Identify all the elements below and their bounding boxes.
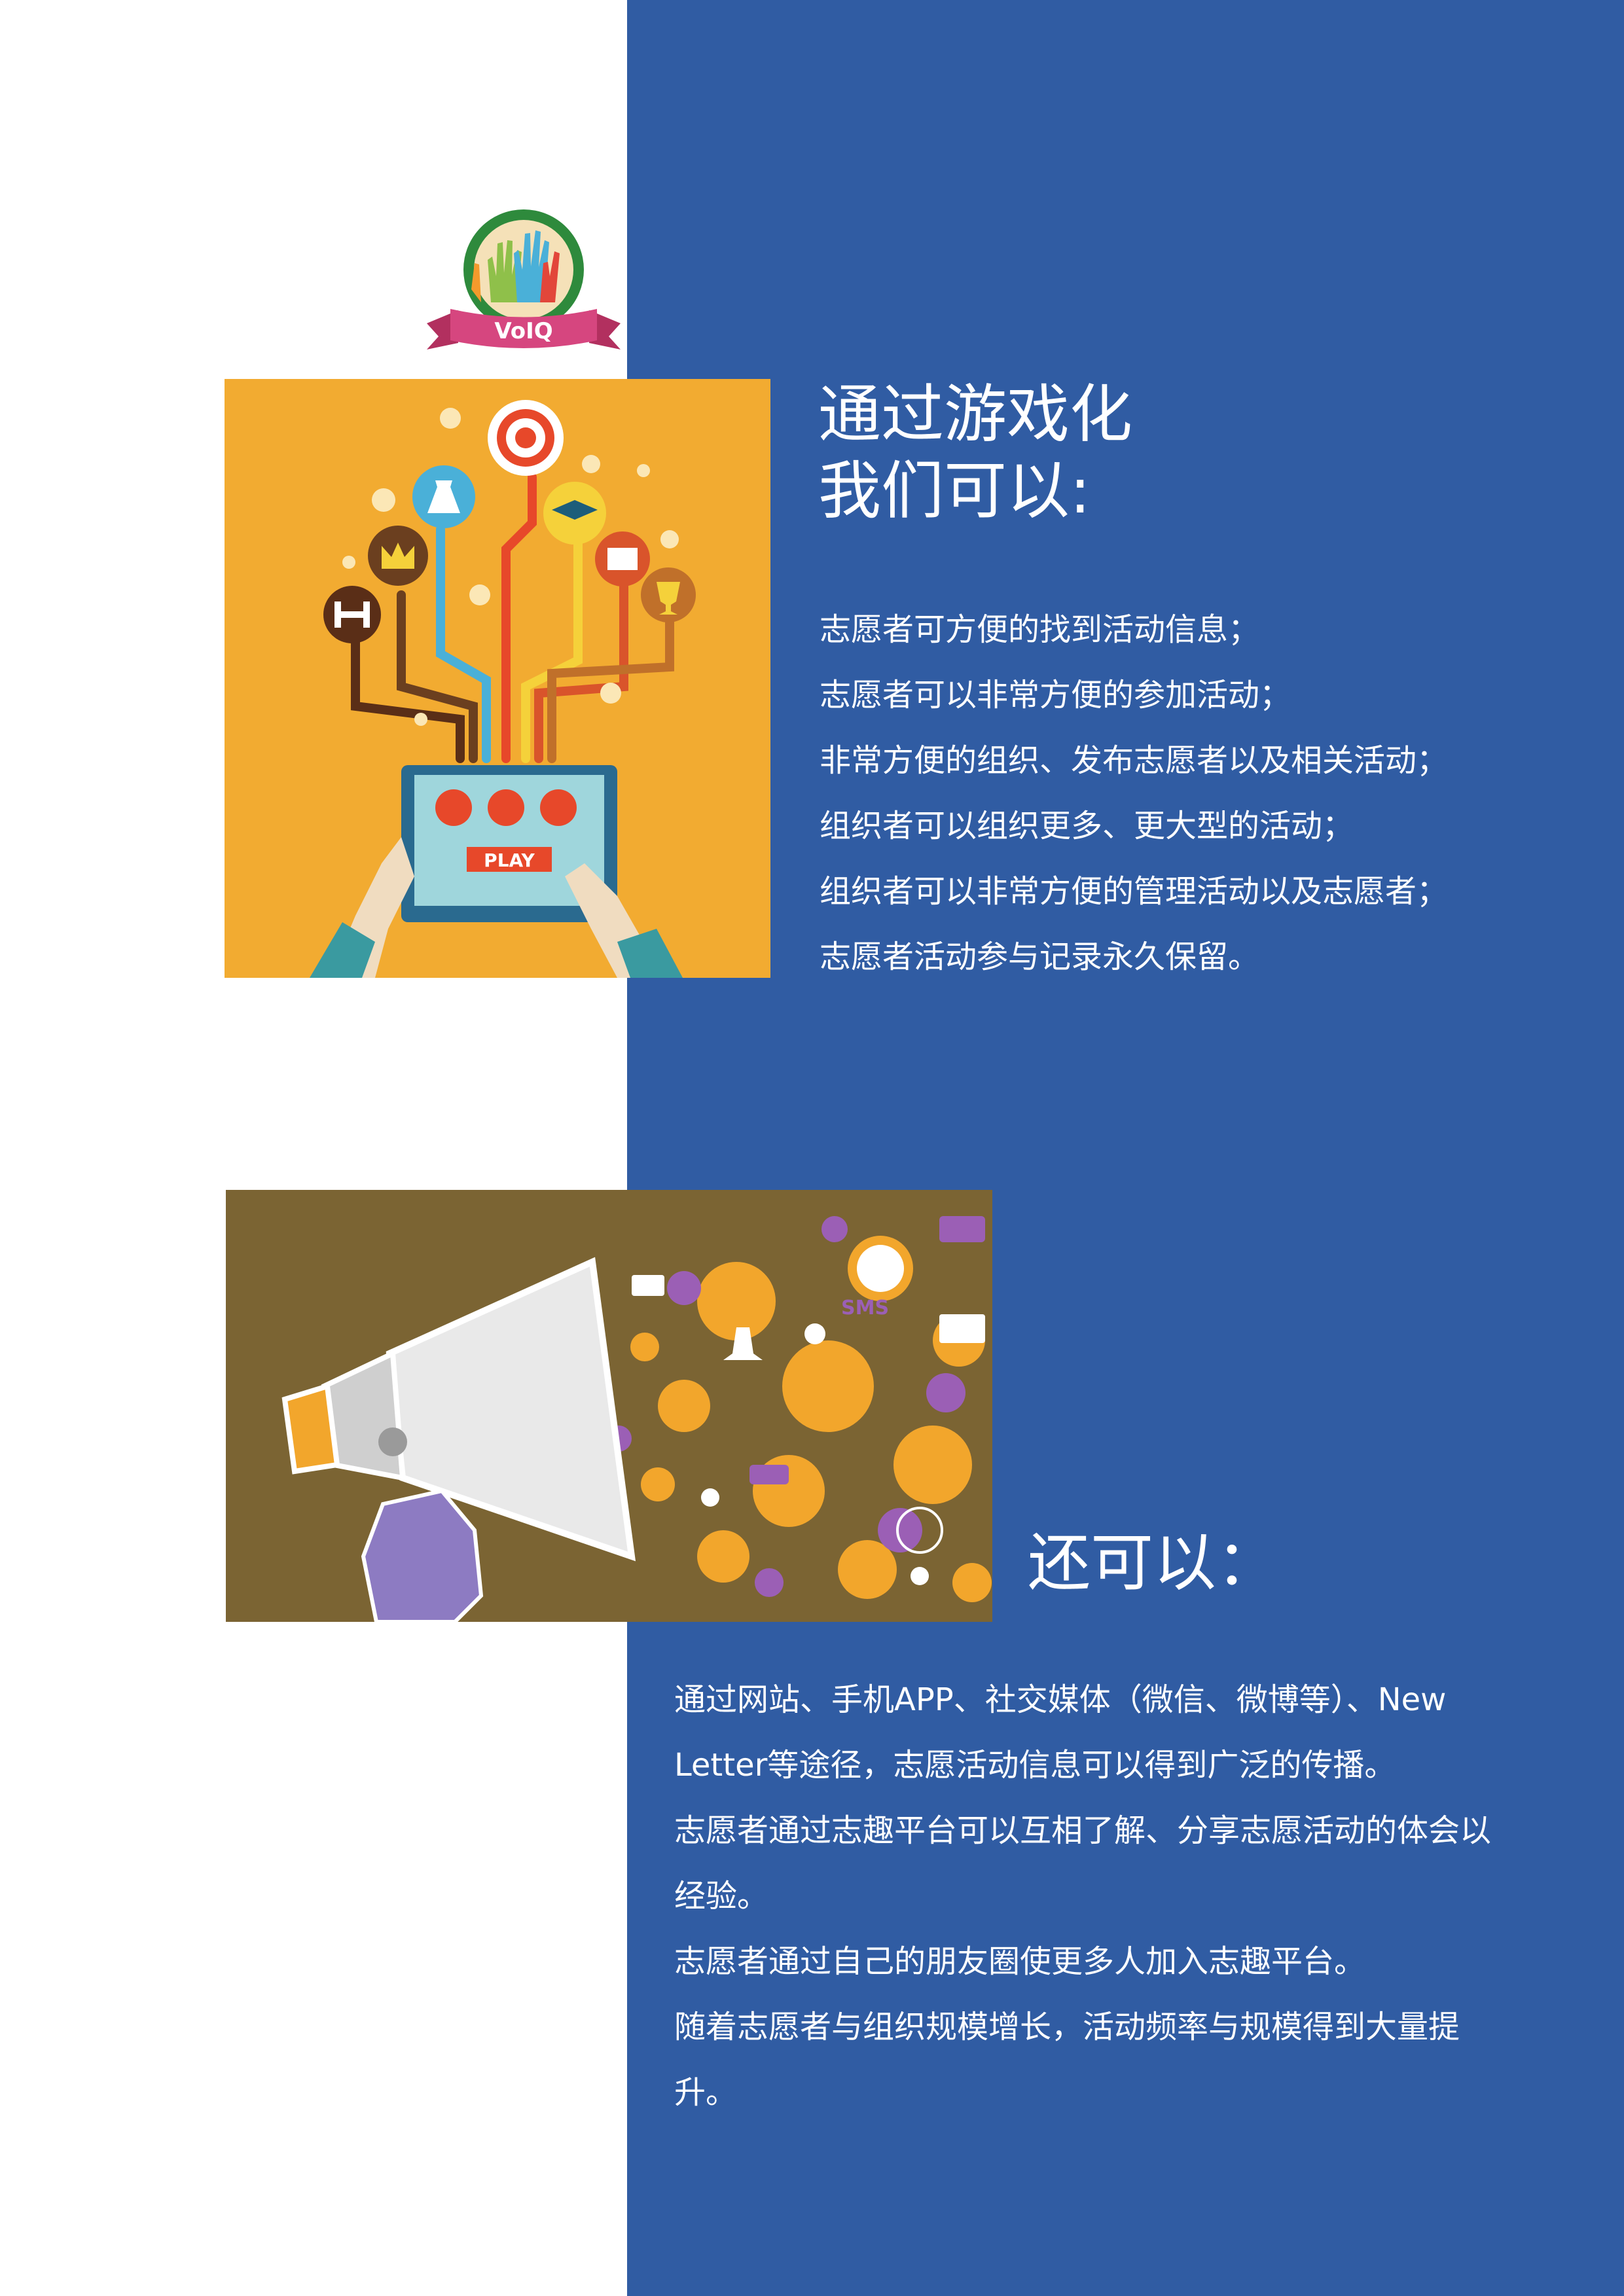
section2-list: 通过网站、手机APP、社交媒体（微信、微博等）、New Letter等途径，志愿… [674, 1667, 1506, 2125]
megaphone-icon [281, 1257, 636, 1622]
section1-heading: 通过游戏化 我们可以: [818, 376, 1132, 529]
podium-icon [488, 789, 524, 826]
list-item: 志愿者可方便的找到活动信息； [820, 611, 1260, 648]
section1-list: 志愿者可方便的找到活动信息； 志愿者可以非常方便的参加活动； 非常方便的组织、发… [820, 597, 1448, 990]
list-item: 志愿者可以非常方便的参加活动； [820, 677, 1291, 713]
target-icon [488, 400, 564, 476]
heading-line-1: 通过游戏化 [818, 378, 1132, 451]
list-item: 通过网站、手机APP、社交媒体（微信、微博等）、New Letter等途径，志愿… [674, 1681, 1447, 1784]
list-item: 非常方便的组织、发布志愿者以及相关活动； [820, 742, 1449, 779]
smiley-icon [857, 1245, 904, 1292]
play-label: PLAY [484, 850, 535, 871]
megaphone-illustration: SMS [226, 1190, 992, 1622]
flask-icon [412, 465, 475, 528]
list-item: 随着志愿者与组织规模增长，活动频率与规模得到大量提升。 [674, 2009, 1460, 2111]
list-item: 志愿者通过志趣平台可以互相了解、分享志愿活动的体会以经验。 [674, 1812, 1492, 1914]
trophy-icon [641, 567, 696, 622]
medal-icon [435, 789, 472, 826]
crown-icon [368, 526, 428, 586]
list-item: 志愿者活动参与记录永久保留。 [820, 939, 1260, 975]
envelope-icon [939, 1314, 985, 1343]
gamification-illustration: PLAY [225, 379, 770, 978]
money-bag-icon [540, 789, 577, 826]
list-item: 组织者可以非常方便的管理活动以及志愿者； [820, 873, 1449, 910]
section2-heading: 还可以： [1028, 1526, 1279, 1600]
heading-line-2: 我们可以: [818, 454, 1091, 528]
graduation-cap-icon [543, 482, 606, 545]
list-item: 志愿者通过自己的朋友圈使更多人加入志趣平台。 [674, 1943, 1366, 1980]
logo-text: VoIQ [494, 318, 552, 344]
voiq-logo: VoIQ [419, 204, 628, 355]
dumbbell-icon [323, 586, 381, 643]
newspaper-icon [595, 531, 650, 586]
list-item: 组织者可以组织更多、更大型的活动； [820, 808, 1354, 844]
sms-label: SMS [841, 1297, 889, 1319]
